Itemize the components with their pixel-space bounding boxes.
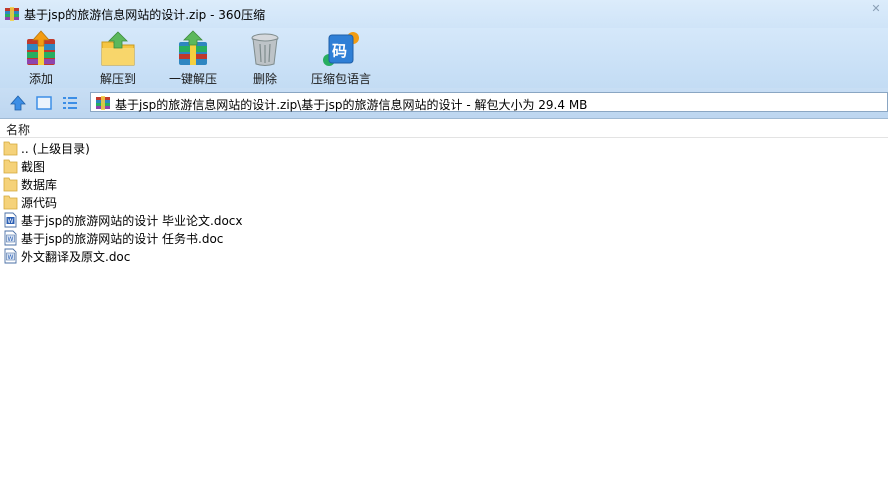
folder-icon	[3, 141, 18, 156]
file-list: .. (上级目录) 截图 数据库 源代码 W 基于jsp的旅游网站的设计 毕业论…	[0, 139, 888, 265]
address-path: 基于jsp的旅游信息网站的设计.zip\基于jsp的旅游信息网站的设计 - 解包…	[115, 98, 588, 112]
window-close-button[interactable]: ✕	[864, 0, 888, 18]
add-button[interactable]: 添加	[18, 28, 64, 88]
file-name: 数据库	[21, 178, 58, 192]
trash-can-icon	[251, 33, 279, 66]
list-view-icon[interactable]	[61, 94, 79, 112]
word-document-icon: W	[4, 230, 17, 246]
file-name: 基于jsp的旅游网站的设计 任务书.doc	[21, 232, 224, 246]
window-title: 基于jsp的旅游信息网站的设计.zip - 360压缩	[24, 8, 266, 22]
delete-label: 删除	[252, 72, 277, 86]
column-header-name[interactable]: 名称	[6, 121, 30, 138]
add-books-icon	[27, 30, 55, 65]
one-click-extract-label: 一键解压	[168, 72, 217, 86]
svg-text:W: W	[8, 218, 14, 225]
one-click-extract-icon	[179, 30, 207, 65]
one-click-extract-button[interactable]: 一键解压	[164, 28, 222, 88]
svg-text:W: W	[8, 254, 14, 261]
list-item[interactable]: 截图	[0, 157, 888, 175]
extract-to-label: 解压到	[99, 72, 136, 86]
file-name: 基于jsp的旅游网站的设计 毕业论文.docx	[21, 214, 243, 228]
list-item[interactable]: 数据库	[0, 175, 888, 193]
list-item[interactable]: .. (上级目录)	[0, 139, 888, 157]
file-name: 源代码	[21, 196, 58, 210]
app-archive-icon	[5, 7, 19, 21]
list-item[interactable]: W 基于jsp的旅游网站的设计 毕业论文.docx	[0, 211, 888, 229]
file-name: 外文翻译及原文.doc	[21, 250, 131, 264]
file-name: .. (上级目录)	[21, 142, 90, 156]
list-item[interactable]: W 基于jsp的旅游网站的设计 任务书.doc	[0, 229, 888, 247]
folder-icon	[3, 159, 18, 174]
thumbnail-view-icon[interactable]	[35, 94, 53, 112]
add-label: 添加	[28, 72, 53, 86]
archive-language-glyph: 码	[332, 42, 348, 60]
file-name: 截图	[21, 160, 46, 174]
zip-archive-icon	[96, 96, 110, 110]
up-arrow-icon[interactable]	[9, 94, 27, 112]
list-item[interactable]: 源代码	[0, 193, 888, 211]
word-document-icon: W	[4, 248, 17, 264]
navigation-bar: 基于jsp的旅游信息网站的设计.zip\基于jsp的旅游信息网站的设计 - 解包…	[0, 88, 888, 119]
folder-icon	[3, 195, 18, 210]
svg-text:W: W	[8, 236, 14, 243]
archive-language-label: 压缩包语言	[310, 72, 371, 86]
archive-language-icon: 码	[322, 30, 360, 68]
address-bar[interactable]: 基于jsp的旅游信息网站的设计.zip\基于jsp的旅游信息网站的设计 - 解包…	[90, 92, 888, 112]
extract-to-button[interactable]: 解压到	[92, 28, 144, 88]
archive-language-button[interactable]: 码 压缩包语言	[306, 28, 376, 88]
main-toolbar: 添加 解压到 一键解压 删除 码 压缩包语言	[0, 28, 888, 88]
extract-to-folder-icon	[101, 31, 135, 66]
title-bar: 基于jsp的旅游信息网站的设计.zip - 360压缩 ✕	[0, 0, 888, 28]
delete-button[interactable]: 删除	[244, 28, 286, 88]
folder-icon	[3, 177, 18, 192]
list-item[interactable]: W 外文翻译及原文.doc	[0, 247, 888, 265]
word-document-icon: W	[4, 212, 17, 228]
column-header-row: 名称	[0, 119, 888, 138]
